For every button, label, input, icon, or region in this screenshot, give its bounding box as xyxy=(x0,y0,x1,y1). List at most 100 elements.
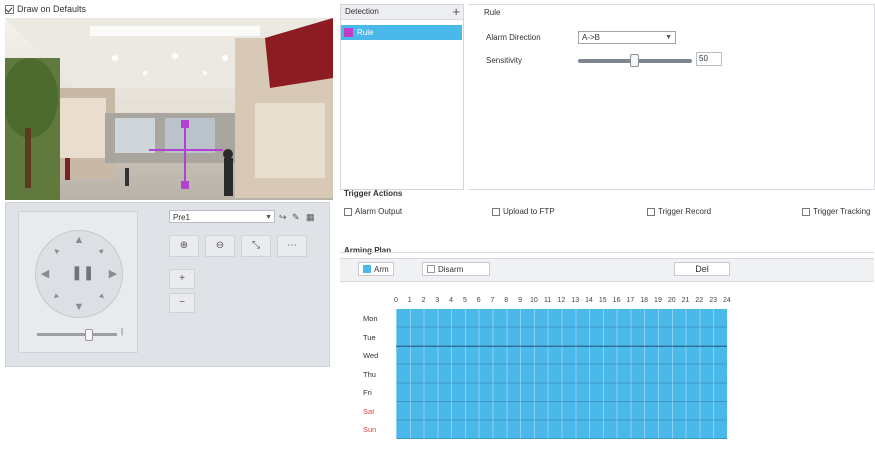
trigger-tracking-checkbox[interactable] xyxy=(802,207,810,216)
arm-label: Arm xyxy=(374,264,389,274)
rule-list-item[interactable]: Rule xyxy=(341,25,462,40)
hour-label: 16 xyxy=(612,297,621,304)
preset-value: Pre1 xyxy=(173,213,190,222)
hour-label: 10 xyxy=(529,297,538,304)
edit-icon[interactable]: ✎ xyxy=(292,212,300,223)
rule-color-swatch xyxy=(344,28,353,37)
live-video[interactable] xyxy=(5,18,333,200)
right-arrow-icon[interactable]: ▶ xyxy=(107,269,119,280)
upload-ftp-label: Upload to FTP xyxy=(503,207,555,216)
down-arrow-icon[interactable]: ▼ xyxy=(73,302,85,313)
schedule-grid-area: 0 1 2 3 4 5 6 7 8 9 10 11 12 13 14 15 16 17 18 19 20 21 22 23 24… xyxy=(345,282,874,452)
alarm-direction-value: A->B xyxy=(582,33,601,42)
trigger-actions-title: Trigger Actions xyxy=(344,189,403,198)
focus-near-icon: ⤡ xyxy=(252,240,260,251)
upload-ftp-checkbox[interactable] xyxy=(492,207,500,216)
zoom-out-button[interactable]: ⊖ xyxy=(205,235,235,257)
draw-toggle[interactable]: Draw on Defaults xyxy=(5,2,335,16)
focus-far-button[interactable]: ⋯ xyxy=(277,235,307,257)
rule-list-header: Detection + xyxy=(341,4,463,20)
minus-icon: − xyxy=(179,297,185,308)
arm-swatch-icon xyxy=(363,265,371,273)
hour-label: 13 xyxy=(571,297,580,304)
hour-label: 7 xyxy=(490,297,495,304)
hour-label: 2 xyxy=(421,297,426,304)
ptz-circle: ▲ ▼ ◀ ▶ ▲ ▲ ▼ ▼ ❚❚ xyxy=(35,230,123,318)
trigger-record-option[interactable]: Trigger Record xyxy=(647,207,711,216)
rule-list-title: Detection xyxy=(345,7,379,16)
hour-label: 19 xyxy=(654,297,662,304)
delete-icon[interactable]: ▦ xyxy=(306,212,315,223)
divider xyxy=(340,252,874,253)
focus-near-button[interactable]: ⤡ xyxy=(241,235,271,257)
trigger-tracking-option[interactable]: Trigger Tracking xyxy=(802,207,871,216)
rule-list: Detection + Rule xyxy=(340,4,464,190)
sensitivity-input[interactable]: 50 xyxy=(696,52,722,66)
ptz-speed-knob[interactable] xyxy=(85,329,93,341)
hour-label: 9 xyxy=(518,297,522,304)
alarm-output-option[interactable]: Alarm Output xyxy=(344,207,402,216)
hour-label: 5 xyxy=(462,297,467,304)
hour-label: 23 xyxy=(709,297,717,304)
day-label: Wed xyxy=(363,351,379,361)
sensitivity-label: Sensitivity xyxy=(486,56,523,65)
sensitivity-knob[interactable] xyxy=(630,54,639,67)
trigger-record-checkbox[interactable] xyxy=(647,207,655,216)
pause-icon[interactable]: ❚❚ xyxy=(71,265,94,279)
schedule-grid[interactable] xyxy=(396,309,727,439)
down-right-arrow-icon[interactable]: ▼ xyxy=(94,288,110,304)
up-right-arrow-icon[interactable]: ▲ xyxy=(94,242,110,258)
alarm-output-checkbox[interactable] xyxy=(344,207,352,216)
zoom-in-icon: ⊕ xyxy=(179,240,189,251)
chevron-down-icon: ▼ xyxy=(665,34,672,41)
preset-select[interactable]: Pre1 ▼ xyxy=(169,210,275,223)
arming-plan-title: Arming Plan xyxy=(344,246,392,255)
hour-label: 14 xyxy=(585,297,593,304)
day-label: Fri xyxy=(363,388,372,398)
draw-checkbox[interactable] xyxy=(5,4,14,14)
day-label: Thu xyxy=(363,369,376,379)
alarm-direction-label: Alarm Direction xyxy=(486,33,541,42)
ptz-direction-pad: ▲ ▼ ◀ ▶ ▲ ▲ ▼ ▼ ❚❚ | xyxy=(18,211,138,353)
alarm-direction-select[interactable]: A->B ▼ xyxy=(578,31,676,44)
chevron-down-icon: ▼ xyxy=(265,214,272,221)
focus-far-icon: ⋯ xyxy=(287,240,297,251)
down-left-arrow-icon[interactable]: ▼ xyxy=(48,288,64,304)
hour-label: 1 xyxy=(407,297,412,304)
hour-label: 8 xyxy=(504,297,509,304)
up-arrow-icon[interactable]: ▲ xyxy=(73,235,85,246)
minus-button[interactable]: − xyxy=(169,293,195,313)
day-label: Mon xyxy=(363,314,378,323)
schedule-toolbar: Arm Disarm Del xyxy=(340,258,874,282)
ptz-speed-slider[interactable] xyxy=(37,333,117,336)
ptz-panel: ▲ ▼ ◀ ▶ ▲ ▲ ▼ ▼ ❚❚ | Pre1 ▼ ↪ ✎ ▦ ⊕ ⊖ ⤡ … xyxy=(5,202,330,367)
trigger-tracking-label: Trigger Tracking xyxy=(813,207,871,216)
hour-label: 3 xyxy=(435,297,440,304)
arm-tool-button[interactable]: Arm xyxy=(358,262,394,276)
disarm-tool-button[interactable]: Disarm xyxy=(422,262,490,276)
day-label: Sun xyxy=(363,425,377,435)
zoom-out-icon: ⊖ xyxy=(215,240,225,251)
plus-button[interactable]: + xyxy=(169,269,195,289)
left-arrow-icon[interactable]: ◀ xyxy=(39,269,51,280)
rule-item-label: Rule xyxy=(357,28,374,37)
disarm-label: Disarm xyxy=(438,264,464,274)
hour-label: 20 xyxy=(667,297,676,304)
call-preset-icon[interactable]: ↪ xyxy=(279,212,287,223)
rule-heading: Rule xyxy=(484,8,501,17)
hour-label: 18 xyxy=(640,297,649,304)
hour-label: 0 xyxy=(393,297,398,304)
day-label: Sat xyxy=(363,406,375,416)
rule-params-panel: Rule Alarm Direction A->B ▼ Sensitivity … xyxy=(468,4,875,190)
hour-label: 21 xyxy=(681,297,690,304)
add-rule-icon[interactable]: + xyxy=(452,4,460,19)
disarm-swatch-icon xyxy=(427,265,435,273)
upload-ftp-option[interactable]: Upload to FTP xyxy=(492,207,555,216)
draw-label: Draw on Defaults xyxy=(17,4,87,14)
alarm-output-label: Alarm Output xyxy=(355,207,403,216)
zoom-in-button[interactable]: ⊕ xyxy=(169,235,199,257)
up-left-arrow-icon[interactable]: ▲ xyxy=(48,242,64,258)
hour-label: 17 xyxy=(626,297,635,304)
trigger-record-label: Trigger Record xyxy=(658,207,712,216)
delete-schedule-button[interactable]: Del xyxy=(674,262,730,276)
